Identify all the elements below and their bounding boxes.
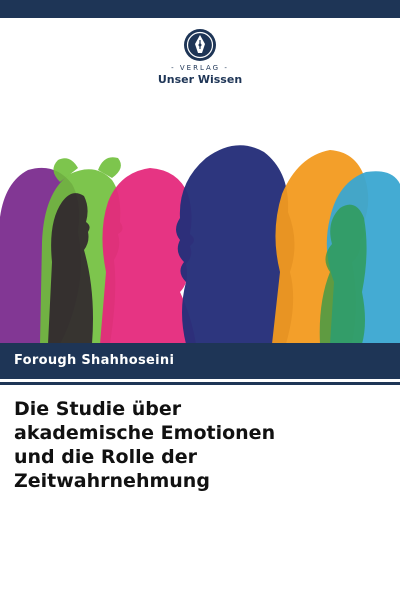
- publisher-logo: - VERLAG - Unser Wissen: [150, 28, 250, 86]
- book-title: Die Studie über akademische Emotionen un…: [14, 397, 390, 493]
- book-cover: - VERLAG - Unser Wissen Forough Shahhose…: [0, 0, 400, 600]
- publisher-name: Unser Wissen: [157, 73, 243, 86]
- publisher-verlag-label: - VERLAG -: [171, 64, 229, 72]
- title-line: Die Studie über: [14, 398, 182, 420]
- title-line: Zeitwahrnehmung: [14, 470, 210, 492]
- silhouettes-illustration: [0, 145, 400, 344]
- author-name: Forough Shahhoseini: [14, 353, 175, 368]
- title-line: und die Rolle der: [14, 446, 197, 468]
- author-band: Forough Shahhoseini: [0, 343, 400, 379]
- title-line: akademische Emotionen: [14, 422, 276, 444]
- divider-rule: [0, 382, 400, 385]
- top-bar: [0, 0, 400, 18]
- pen-nib-emblem-icon: [184, 29, 216, 61]
